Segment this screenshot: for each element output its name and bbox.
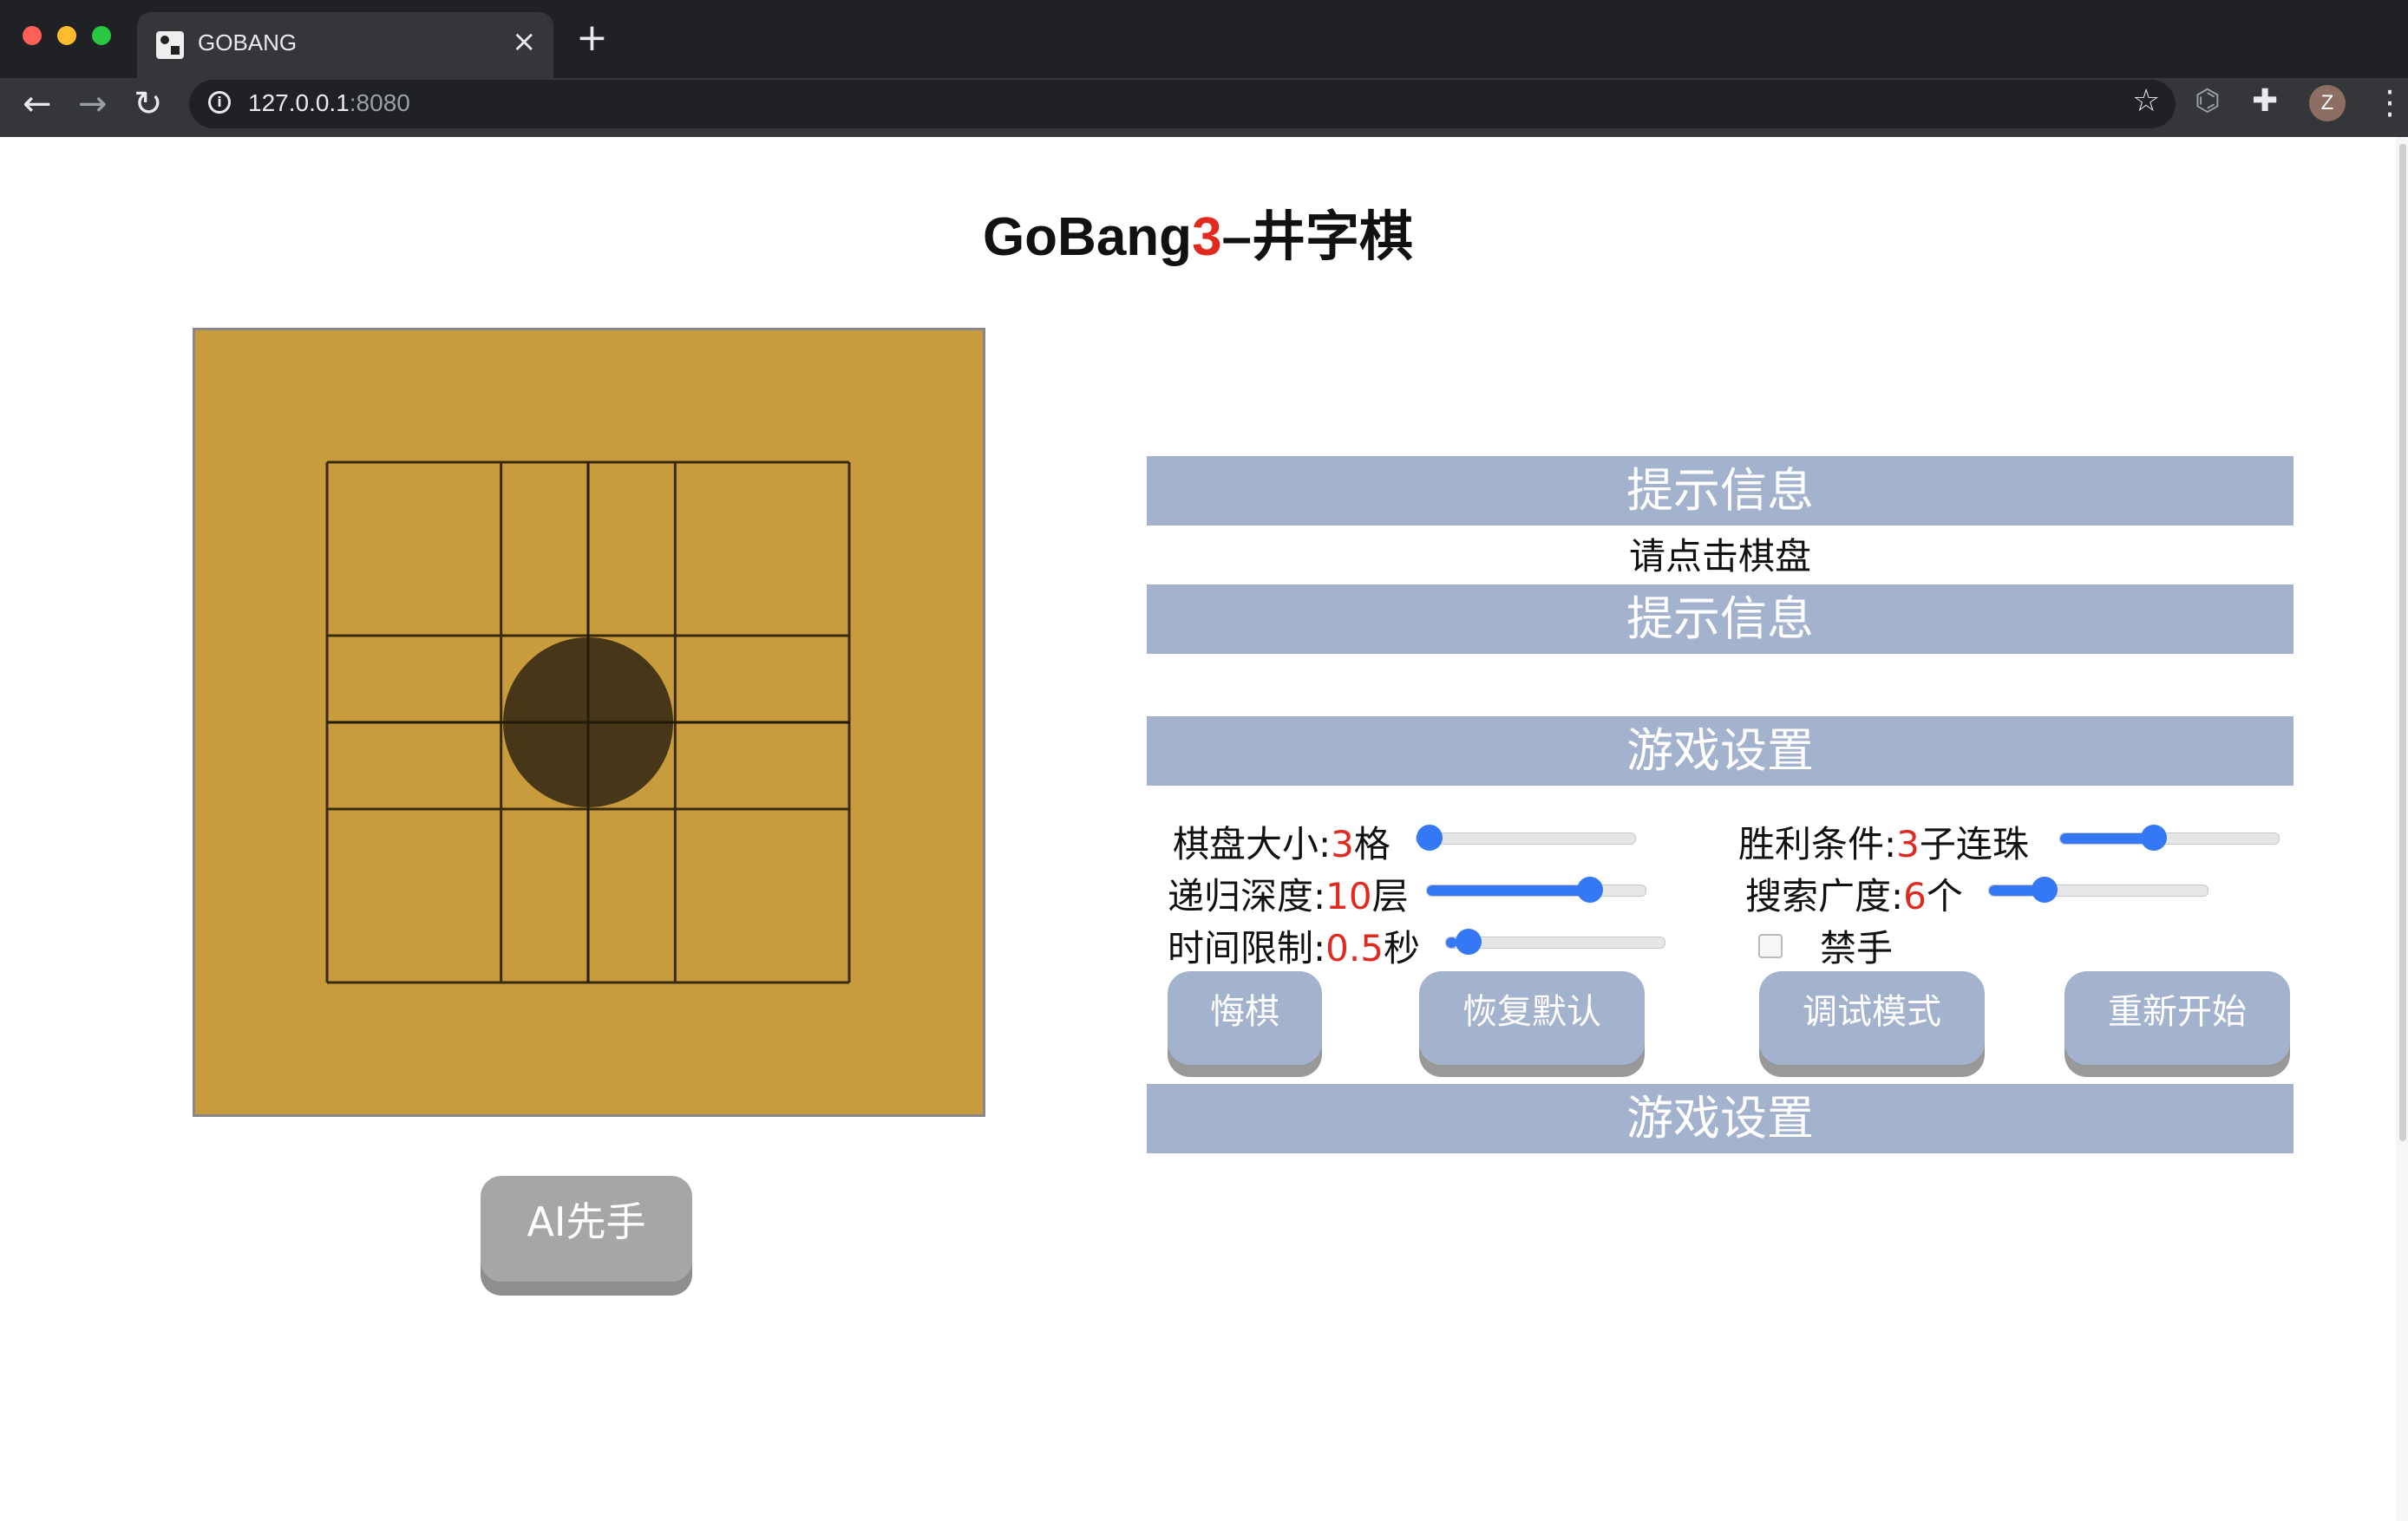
scrollbar-thumb[interactable] xyxy=(2399,144,2406,1141)
star-icon[interactable]: ☆ xyxy=(2132,83,2160,119)
slider-thumb[interactable] xyxy=(2031,877,2058,903)
title-number: 3 xyxy=(1192,207,1222,267)
depth-label: 递归深度: xyxy=(1168,875,1326,917)
avatar[interactable]: Z xyxy=(2309,85,2346,121)
browser-tab[interactable]: GOBANG × xyxy=(137,12,553,78)
hint-header: 提示信息 xyxy=(1147,456,2293,525)
minimize-window-button[interactable] xyxy=(57,26,76,45)
breadth-label: 搜索广度: xyxy=(1745,875,1904,917)
win-condition-setting: 胜利条件:3子连珠 xyxy=(1738,815,2029,868)
url-text[interactable]: 127.0.0.1:8080 xyxy=(248,89,410,117)
breadth-setting: 搜索广度:6个 xyxy=(1745,867,1963,920)
slider-thumb[interactable] xyxy=(2141,825,2168,851)
restart-button[interactable]: 重新开始 xyxy=(2064,971,2290,1065)
board-size-unit: 格 xyxy=(1353,823,1390,865)
debug-mode-button[interactable]: 调试模式 xyxy=(1759,971,1985,1065)
page-title: GoBang3–井字棋 xyxy=(0,193,2396,271)
tab-title: GOBANG xyxy=(198,29,298,55)
depth-setting: 递归深度:10层 xyxy=(1168,867,1409,920)
hint-footer: 提示信息 xyxy=(1147,584,2293,654)
forward-arrow-icon[interactable]: → xyxy=(78,83,108,125)
url-port: :8080 xyxy=(349,89,410,116)
depth-unit: 层 xyxy=(1371,875,1409,917)
breadth-value: 6 xyxy=(1903,875,1927,917)
title-prefix: GoBang xyxy=(982,207,1193,267)
game-board[interactable] xyxy=(193,328,985,1117)
time-limit-label: 时间限制: xyxy=(1168,927,1326,969)
url-host: 127.0.0.1 xyxy=(248,89,350,116)
board-canvas[interactable] xyxy=(195,330,983,1114)
settings-header: 游戏设置 xyxy=(1147,716,2293,786)
breadth-unit: 个 xyxy=(1926,875,1963,917)
menu-icon[interactable]: ⋮ xyxy=(2373,83,2406,121)
tab-close-icon[interactable]: × xyxy=(512,24,537,59)
breadth-slider[interactable] xyxy=(1988,877,2208,903)
title-suffix: –井字棋 xyxy=(1221,207,1414,267)
win-condition-value: 3 xyxy=(1896,823,1920,865)
depth-slider[interactable] xyxy=(1426,877,1646,903)
depth-value: 10 xyxy=(1325,875,1372,917)
maximize-window-button[interactable] xyxy=(92,26,111,45)
ai-first-button[interactable]: AI先手 xyxy=(481,1176,692,1282)
slider-thumb[interactable] xyxy=(1417,825,1443,851)
slider-thumb[interactable] xyxy=(1456,929,1482,955)
board-size-label: 棋盘大小: xyxy=(1173,823,1332,865)
address-bar[interactable]: i 127.0.0.1:8080 ☆ xyxy=(189,80,2176,128)
undo-button[interactable]: 悔棋 xyxy=(1168,971,1322,1065)
reload-icon[interactable]: ↻ xyxy=(134,83,163,125)
win-condition-slider[interactable] xyxy=(2059,825,2280,851)
board-size-setting: 棋盘大小:3格 xyxy=(1173,815,1390,868)
back-arrow-icon[interactable]: ← xyxy=(23,83,52,125)
time-limit-value: 0.5 xyxy=(1325,927,1384,969)
time-limit-setting: 时间限制:0.5秒 xyxy=(1168,919,1420,972)
favicon-icon xyxy=(156,31,184,59)
slider-thumb[interactable] xyxy=(1577,877,1604,903)
time-limit-unit: 秒 xyxy=(1383,927,1420,969)
board-size-value: 3 xyxy=(1331,823,1354,865)
extension-icon[interactable]: ⌬ xyxy=(2195,83,2221,118)
time-limit-slider[interactable] xyxy=(1445,929,1665,955)
info-icon[interactable]: i xyxy=(208,91,231,114)
reset-default-button[interactable]: 恢复默认 xyxy=(1419,971,1645,1065)
forbidden-moves-checkbox[interactable] xyxy=(1758,934,1783,958)
puzzle-icon[interactable]: ✚ xyxy=(2252,83,2278,119)
settings-footer: 游戏设置 xyxy=(1147,1084,2293,1153)
hint-text: 请点击棋盘 xyxy=(1628,535,1811,578)
win-condition-unit: 子连珠 xyxy=(1919,823,2029,865)
forbidden-moves-label: 禁手 xyxy=(1820,927,1894,969)
win-condition-label: 胜利条件: xyxy=(1738,823,1897,865)
close-window-button[interactable] xyxy=(23,26,42,45)
new-tab-button[interactable]: + xyxy=(576,19,608,57)
board-size-slider[interactable] xyxy=(1416,825,1636,851)
